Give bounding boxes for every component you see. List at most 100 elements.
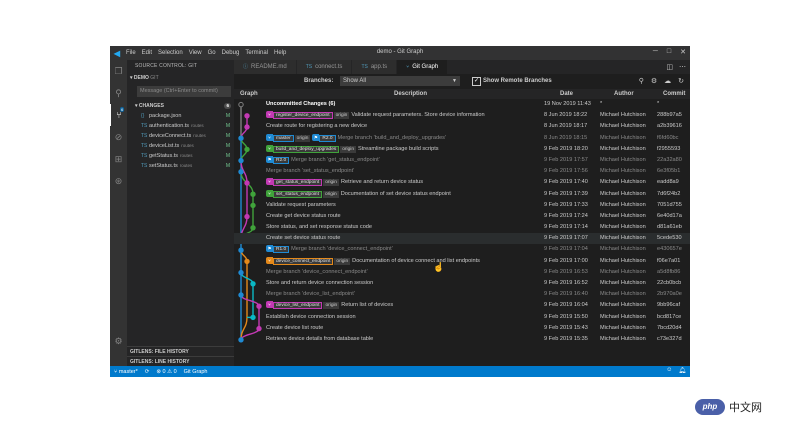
- commit-row[interactable]: Create device list route 9 Feb 2019 15:43…: [234, 323, 690, 334]
- more-actions-icon[interactable]: ⋯: [679, 63, 686, 71]
- commit-author: Michael Hutchison: [600, 224, 646, 231]
- commit-row[interactable]: Validate request parameters 9 Feb 2019 17…: [234, 200, 690, 211]
- commit-row[interactable]: Create get device status route 9 Feb 2019…: [234, 211, 690, 222]
- commit-row[interactable]: ⚑ R2.0 Merge branch 'get_status_endpoint' 9…: [234, 155, 690, 166]
- changed-file[interactable]: TS authentication.ts routes M: [127, 121, 234, 131]
- commit-row[interactable]: ⑂ device_connect_endpoint origin Documentat…: [234, 256, 690, 267]
- git-graph-status[interactable]: Git Graph: [184, 369, 208, 375]
- menu-item-go[interactable]: Go: [208, 50, 216, 56]
- commit-row[interactable]: Store and return device connection sessi…: [234, 278, 690, 289]
- col-date[interactable]: Date: [560, 91, 573, 97]
- commit-row[interactable]: Uncommitted Changes (6) 19 Nov 2019 11:43…: [234, 99, 690, 110]
- commit-date: 9 Feb 2019 16:04: [544, 302, 588, 309]
- commit-date: 9 Feb 2019 17:07: [544, 235, 588, 242]
- gitlens-file-history-section[interactable]: GITLENS: FILE HISTORY: [127, 346, 234, 356]
- menu-item-file[interactable]: File: [126, 50, 136, 56]
- search-icon[interactable]: ⚲: [110, 82, 127, 104]
- branch-ref-label[interactable]: ⑂ register_device_endpoint origin: [266, 111, 350, 120]
- menu-item-selection[interactable]: Selection: [158, 50, 183, 56]
- settings-icon[interactable]: ⚙: [651, 77, 657, 85]
- commit-date: 9 Feb 2019 17:39: [544, 190, 588, 197]
- branch-ref-label[interactable]: ⑂ set_status_endpoint origin: [266, 189, 339, 198]
- split-editor-icon[interactable]: ◫: [666, 63, 673, 71]
- commit-row[interactable]: Create route for registering a new devic…: [234, 121, 690, 132]
- file-name: getStatus.ts: [149, 153, 179, 159]
- commit-hash: 288b97a5: [657, 112, 682, 119]
- problems-status[interactable]: ⊗ 0 ⚠ 0: [156, 369, 176, 375]
- source-control-icon[interactable]: ⑂ 6: [110, 104, 127, 126]
- branch-ref-label[interactable]: ⑂ device_connect_endpoint origin: [266, 256, 351, 265]
- commit-message-input[interactable]: Message (Ctrl+Enter to commit): [137, 86, 231, 97]
- sync-icon[interactable]: ⟳: [145, 369, 150, 375]
- commit-description: Uncommitted Changes (6): [266, 99, 556, 110]
- commit-message: Validate request parameters: [266, 201, 336, 208]
- commit-date: 9 Feb 2019 17:24: [544, 212, 588, 219]
- commit-row[interactable]: Merge branch 'set_status_endpoint' 9 Feb …: [234, 166, 690, 177]
- commit-row[interactable]: ⑂ build_and_deploy_upgrades origin Streamli…: [234, 144, 690, 155]
- changed-file[interactable]: TS setStatus.ts routes M: [127, 161, 234, 171]
- ref-origin: origin: [294, 134, 311, 142]
- commit-row[interactable]: Create set device status route 9 Feb 2019…: [234, 233, 690, 245]
- show-remote-checkbox[interactable]: ✓: [472, 77, 481, 86]
- notifications-icon[interactable]: 🔔︎: [678, 367, 686, 374]
- commit-row[interactable]: ⑂ register_device_endpoint origin Validate …: [234, 110, 690, 121]
- branch-ref-label[interactable]: ⑂ master origin: [266, 133, 311, 142]
- branches-dropdown[interactable]: Show All ▼: [340, 76, 460, 86]
- col-graph[interactable]: Graph: [240, 91, 258, 97]
- branch-ref-label[interactable]: ⑂ device_list_endpoint origin: [266, 301, 340, 310]
- menu-item-debug[interactable]: Debug: [222, 50, 240, 56]
- branch-ref-label[interactable]: ⚑ R2.0: [312, 133, 336, 142]
- git-graph-icon[interactable]: ⊛: [110, 170, 127, 192]
- commit-author: Michael Hutchison: [600, 190, 646, 197]
- tab-git-graph[interactable]: ⑂ Git Graph: [397, 60, 449, 74]
- sidebar-title: SOURCE CONTROL: GIT: [135, 63, 198, 69]
- commit-row[interactable]: ⚑ R1.0 Merge branch 'device_connect_endpoi…: [234, 244, 690, 255]
- branch-status[interactable]: ⑂ master*: [114, 369, 138, 375]
- changes-header[interactable]: ▾ CHANGES 6: [127, 101, 234, 111]
- commit-author: Michael Hutchison: [600, 291, 646, 298]
- changed-file[interactable]: TS deviceList.ts routes M: [127, 141, 234, 151]
- commit-row[interactable]: ⑂ master origin ⚑ R2.0 Merge branch 'build_an…: [234, 133, 690, 144]
- maximize-icon[interactable]: □: [667, 48, 671, 56]
- feedback-icon[interactable]: ☺: [666, 367, 672, 374]
- menu-item-edit[interactable]: Edit: [142, 50, 152, 56]
- commit-row[interactable]: Establish device connection session 9 Feb…: [234, 312, 690, 323]
- settings-gear-icon[interactable]: ⚙: [110, 330, 127, 352]
- branch-ref-label[interactable]: ⚑ R1.0: [266, 245, 290, 254]
- refresh-icon[interactable]: ↻: [678, 77, 684, 85]
- commit-row[interactable]: Merge branch 'device_connect_endpoint' 9 …: [234, 267, 690, 278]
- menu-item-terminal[interactable]: Terminal: [245, 50, 268, 56]
- gitlens-line-history-section[interactable]: GITLENS: LINE HISTORY: [127, 356, 234, 366]
- changed-file[interactable]: TS getStatus.ts routes M: [127, 151, 234, 161]
- file-name: deviceConnect.ts: [149, 133, 192, 139]
- col-author[interactable]: Author: [614, 91, 634, 97]
- find-icon[interactable]: ⚲: [639, 77, 644, 85]
- branch-ref-label[interactable]: ⚑ R2.0: [266, 155, 290, 164]
- commit-row[interactable]: ⑂ device_list_endpoint origin Return list o…: [234, 300, 690, 311]
- commit-row[interactable]: Retrieve device details from database ta…: [234, 334, 690, 345]
- minimize-icon[interactable]: ─: [653, 48, 658, 56]
- col-commit[interactable]: Commit: [663, 91, 685, 97]
- close-icon[interactable]: ✕: [680, 48, 686, 56]
- col-description[interactable]: Description: [394, 91, 427, 97]
- commit-message: Create device list route: [266, 324, 324, 331]
- changed-file[interactable]: TS deviceConnect.ts routes M: [127, 131, 234, 141]
- debug-icon[interactable]: ⊘: [110, 126, 127, 148]
- tab-app-ts[interactable]: TS app.ts: [352, 60, 398, 74]
- branch-ref-label[interactable]: ⑂ build_and_deploy_upgrades origin: [266, 144, 357, 153]
- files-icon[interactable]: ❐: [110, 60, 127, 82]
- commit-row[interactable]: ⑂ get_status_endpoint origin Retrieve and r…: [234, 177, 690, 188]
- commit-author: Michael Hutchison: [600, 156, 646, 163]
- commit-row[interactable]: ⑂ set_status_endpoint origin Documentation …: [234, 189, 690, 200]
- commit-row[interactable]: Store status, and set response status co…: [234, 222, 690, 233]
- repo-section-header[interactable]: ▾ DEMO GIT: [127, 73, 234, 83]
- tab-readme-md[interactable]: ⓘ README.md: [234, 60, 297, 74]
- changed-file[interactable]: {} package.json M: [127, 111, 234, 121]
- commit-row[interactable]: Merge branch 'device_list_endpoint' 9 Feb…: [234, 289, 690, 300]
- tab-connect-ts[interactable]: TS connect.ts: [296, 60, 353, 74]
- menu-item-help[interactable]: Help: [274, 50, 286, 56]
- fetch-icon[interactable]: ☁: [664, 77, 671, 85]
- branch-ref-label[interactable]: ⑂ get_status_endpoint origin: [266, 178, 339, 187]
- extensions-icon[interactable]: ⊞: [110, 148, 127, 170]
- menu-item-view[interactable]: View: [189, 50, 202, 56]
